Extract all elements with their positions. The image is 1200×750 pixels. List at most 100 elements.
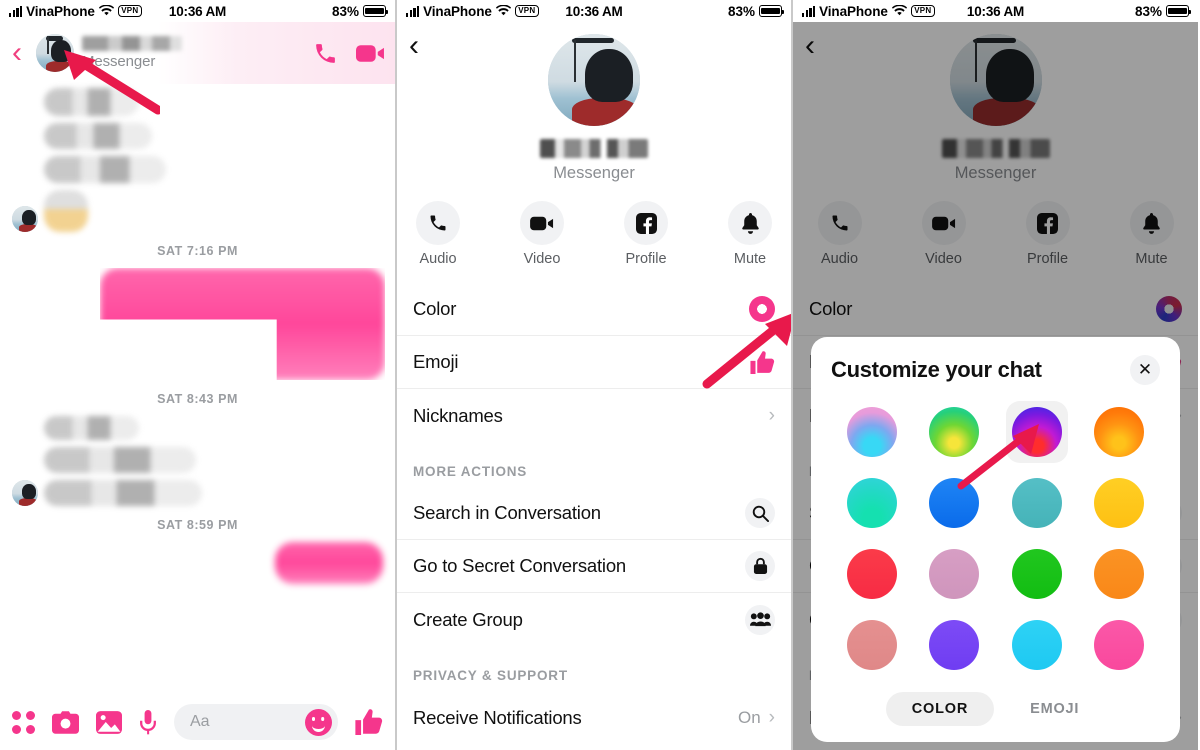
row-label: Nicknames [413,404,503,426]
four-dots-icon[interactable] [12,710,35,734]
list-item [12,190,383,232]
row-create-group[interactable]: Create Group [397,593,791,646]
photo-icon[interactable] [96,710,122,734]
green-yellow-gradient-swatch[interactable] [929,407,980,457]
action-video[interactable]: Video [503,201,581,267]
swatch-cell-teal-turquoise[interactable] [841,472,903,534]
search-icon[interactable] [745,498,775,528]
green-swatch[interactable] [1011,549,1062,599]
row-accessory: On › [738,707,775,729]
list-item [12,416,383,440]
video-camera-icon[interactable] [356,41,385,66]
chat-header: ‹ Messenger [0,22,395,84]
swatch-cell-orange[interactable] [1088,543,1150,605]
blue-purple-red-gradient-swatch[interactable] [1011,407,1062,457]
contact-subtitle: Messenger [553,164,635,182]
thumbs-up-icon[interactable] [750,350,775,374]
phone-icon[interactable] [313,41,338,66]
row-color[interactable]: Color [397,283,791,336]
teal-turquoise-swatch[interactable] [847,478,898,528]
action-mute[interactable]: Mute [711,201,789,267]
section-more-actions: MORE ACTIONS [413,464,528,479]
close-icon[interactable]: ✕ [1130,355,1160,385]
color-donut-icon[interactable] [749,296,775,322]
battery-percent-label: 83% [331,3,359,19]
thumbs-up-icon[interactable] [355,709,383,735]
chat-header-actions [313,41,385,66]
camera-icon[interactable] [52,710,79,734]
action-label: Audio [419,251,457,267]
row-accessory [745,604,775,635]
swatch-cell-pink-cyan-gradient[interactable] [841,401,903,463]
avatar[interactable] [36,34,74,72]
swatch-cell-salmon[interactable] [841,614,903,676]
customize-chat-modal: Customize your chat ✕ COLOR EMOJI [811,337,1180,742]
blue-swatch[interactable] [929,478,980,528]
contact-subtitle: Messenger [82,53,156,70]
phone-icon [416,201,460,245]
row-receive-notifications[interactable]: Receive Notifications On › [397,691,791,744]
people-icon[interactable] [745,604,775,635]
orange-gradient-swatch[interactable] [1093,407,1144,457]
orange-swatch[interactable] [1093,549,1144,599]
red-swatch[interactable] [847,549,898,599]
tab-color[interactable]: COLOR [885,692,995,726]
swatch-cell-blue-purple-red-gradient[interactable] [1005,401,1068,463]
swatch-cell-hot-pink[interactable] [1088,614,1150,676]
message-input[interactable]: Aa [174,704,338,740]
back-button[interactable]: ‹ [409,31,419,61]
row-nicknames[interactable]: Nicknames › [397,389,791,442]
list-item [12,156,383,183]
row-secret-conversation[interactable]: Go to Secret Conversation [397,540,791,593]
salmon-swatch[interactable] [847,620,898,670]
row-search-conversation[interactable]: Search in Conversation [397,487,791,540]
list-item [12,447,383,473]
video-camera-icon [520,201,564,245]
swatch-cell-dusty-pink[interactable] [923,543,985,605]
swatch-cell-green[interactable] [1006,543,1068,605]
chevron-right-icon: › [768,404,775,426]
section-privacy-support: PRIVACY & SUPPORT [413,668,568,683]
yellow-swatch[interactable] [1093,478,1144,528]
smiley-icon[interactable] [305,708,332,736]
message-bubble-redacted [100,268,385,380]
timestamp-divider: SAT 8:43 PM [157,392,238,406]
swatch-cell-red[interactable] [841,543,903,605]
message-bubble-redacted [44,480,202,506]
dark-teal-swatch[interactable] [1011,478,1062,528]
avatar[interactable] [548,34,640,126]
violet-swatch[interactable] [929,620,980,670]
dusty-pink-swatch[interactable] [929,549,980,599]
action-audio[interactable]: Audio [399,201,477,267]
contact-name-redacted [82,36,182,51]
swatch-cell-blue[interactable] [923,472,985,534]
message-bubble-redacted [44,416,139,440]
pink-cyan-gradient-swatch[interactable] [847,407,898,457]
swatch-cell-yellow[interactable] [1088,472,1150,534]
microphone-icon[interactable] [139,709,157,735]
row-label: Emoji [413,351,459,372]
row-emoji[interactable]: Emoji [397,336,791,389]
swatch-cell-green-yellow-gradient[interactable] [923,401,985,463]
swatch-cell-dark-teal[interactable] [1006,472,1068,534]
swatch-cell-violet[interactable] [923,614,985,676]
panel-thread-details: VinaPhone VPN 10:36 AM 83% ‹ Messenger A… [395,0,793,750]
row-value: On [737,707,761,727]
row-label: Receive Notifications [413,706,582,728]
tab-emoji[interactable]: EMOJI [1004,692,1105,726]
status-bar-right-group: 83% [728,4,785,19]
dim-wrapper: VinaPhone VPN 10:36 AM 83% ‹ Messenger A… [793,0,1198,750]
message-bubble-redacted [44,123,152,149]
panel-color-picker: VinaPhone VPN 10:36 AM 83% ‹ Messenger A… [793,0,1198,750]
sky-blue-swatch[interactable] [1011,620,1062,670]
swatch-cell-sky-blue[interactable] [1006,614,1068,676]
avatar [12,480,38,506]
hot-pink-swatch[interactable] [1093,620,1144,670]
action-profile[interactable]: Profile [607,201,685,267]
lock-icon[interactable] [745,551,775,581]
color-swatch-grid [831,401,1160,676]
quick-actions: Audio Video Profile Mute [397,201,791,267]
message-bubble-redacted [44,190,88,232]
swatch-cell-orange-gradient[interactable] [1088,401,1150,463]
panel-chat-thread: VinaPhone VPN 10:36 AM 83% ‹ Messenger S… [0,0,395,750]
